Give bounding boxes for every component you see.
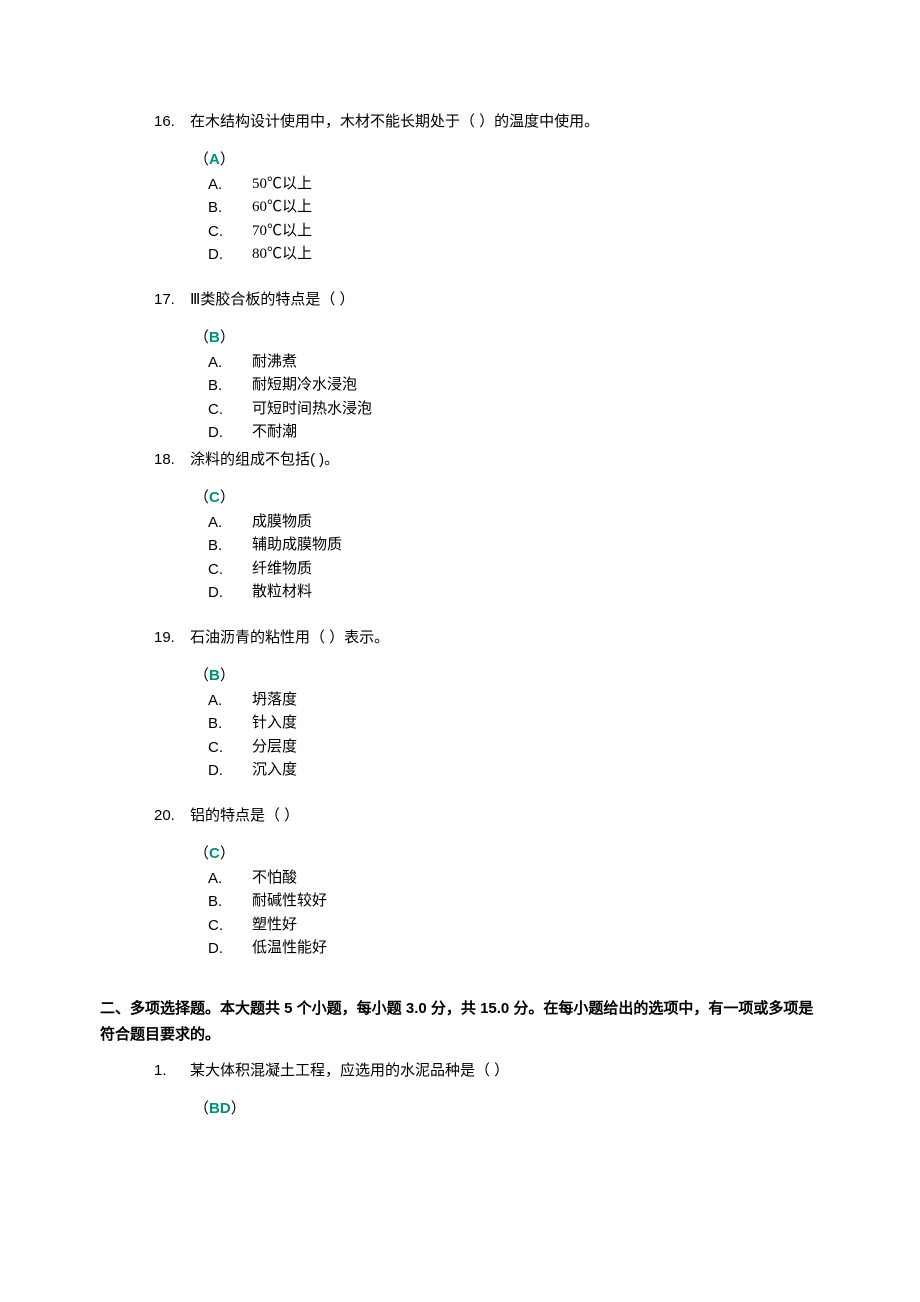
option-c: C.塑性好 — [208, 914, 820, 937]
paren-close: ） — [220, 329, 235, 346]
options-list: A.成膜物质 B.辅助成膜物质 C.纤维物质 D.散粒材料 — [100, 511, 820, 604]
section-mid2: 分，共 — [427, 1000, 480, 1017]
section-mid1: 个小题，每小题 — [293, 1000, 406, 1017]
question-text: 在木结构设计使用中，木材不能长期处于（ ）的温度中使用。 — [190, 110, 820, 134]
option-b: B.针入度 — [208, 712, 820, 735]
answer-line: （C） — [100, 486, 820, 507]
question-number: 17. — [100, 288, 190, 312]
question-number: 19. — [100, 626, 190, 650]
option-d: D.低温性能好 — [208, 937, 820, 960]
option-c: C.纤维物质 — [208, 558, 820, 581]
answer-line: （A） — [100, 148, 820, 169]
paren-close: ） — [231, 1100, 246, 1117]
question-text: 石油沥青的粘性用（ ）表示。 — [190, 626, 820, 650]
paren-open: （ — [194, 1100, 209, 1117]
options-list: A.耐沸煮 B.耐短期冷水浸泡 C.可短时间热水浸泡 D.不耐潮 — [100, 351, 820, 444]
paren-open: （ — [194, 489, 209, 506]
paren-close: ） — [220, 151, 235, 168]
option-a: A.50℃以上 — [208, 173, 820, 196]
answer-value: A — [209, 151, 220, 168]
question-text: 铝的特点是（ ） — [190, 804, 820, 828]
option-b: B.辅助成膜物质 — [208, 534, 820, 557]
question-number: 16. — [100, 110, 190, 134]
question-line: 20. 铝的特点是（ ） — [100, 804, 820, 828]
option-a: A.坍落度 — [208, 689, 820, 712]
option-a: A.成膜物质 — [208, 511, 820, 534]
answer-line: （B） — [100, 664, 820, 685]
question-17: 17. Ⅲ类胶合板的特点是（ ） （B） A.耐沸煮 B.耐短期冷水浸泡 C.可… — [100, 288, 820, 444]
question-16: 16. 在木结构设计使用中，木材不能长期处于（ ）的温度中使用。 （A） A.5… — [100, 110, 820, 266]
option-a: A.不怕酸 — [208, 867, 820, 890]
answer-value: C — [209, 489, 220, 506]
question-20: 20. 铝的特点是（ ） （C） A.不怕酸 B.耐碱性较好 C.塑性好 D.低… — [100, 804, 820, 960]
section-prefix: 二、多项选择题。本大题共 — [100, 1000, 284, 1017]
question-text: Ⅲ类胶合板的特点是（ ） — [190, 288, 820, 312]
options-list: A.50℃以上 B.60℃以上 C.70℃以上 D.80℃以上 — [100, 173, 820, 266]
option-b: B.60℃以上 — [208, 196, 820, 219]
paren-close: ） — [220, 489, 235, 506]
paren-open: （ — [194, 845, 209, 862]
question-line: 16. 在木结构设计使用中，木材不能长期处于（ ）的温度中使用。 — [100, 110, 820, 134]
question-line: 17. Ⅲ类胶合板的特点是（ ） — [100, 288, 820, 312]
answer-value: B — [209, 667, 220, 684]
question-18: 18. 涂料的组成不包括( )。 （C） A.成膜物质 B.辅助成膜物质 C.纤… — [100, 448, 820, 604]
options-list: A.坍落度 B.针入度 C.分层度 D.沉入度 — [100, 689, 820, 782]
answer-line: （C） — [100, 842, 820, 863]
exam-page: 16. 在木结构设计使用中，木材不能长期处于（ ）的温度中使用。 （A） A.5… — [0, 0, 920, 1200]
option-d: D.散粒材料 — [208, 581, 820, 604]
option-c: C.可短时间热水浸泡 — [208, 398, 820, 421]
question-number: 1. — [100, 1059, 190, 1083]
section-count: 5 — [284, 1000, 292, 1017]
paren-open: （ — [194, 667, 209, 684]
question-line: 19. 石油沥青的粘性用（ ）表示。 — [100, 626, 820, 650]
option-c: C.70℃以上 — [208, 220, 820, 243]
question-number: 18. — [100, 448, 190, 472]
question-number: 20. — [100, 804, 190, 828]
answer-line: （BD） — [100, 1097, 820, 1118]
options-list: A.不怕酸 B.耐碱性较好 C.塑性好 D.低温性能好 — [100, 867, 820, 960]
question-text: 某大体积混凝土工程，应选用的水泥品种是（ ） — [190, 1059, 820, 1083]
option-b: B.耐碱性较好 — [208, 890, 820, 913]
paren-close: ） — [220, 845, 235, 862]
question-19: 19. 石油沥青的粘性用（ ）表示。 （B） A.坍落度 B.针入度 C.分层度… — [100, 626, 820, 782]
multi-question-1: 1. 某大体积混凝土工程，应选用的水泥品种是（ ） （BD） — [100, 1059, 820, 1118]
question-line: 1. 某大体积混凝土工程，应选用的水泥品种是（ ） — [100, 1059, 820, 1083]
option-d: D.不耐潮 — [208, 421, 820, 444]
answer-line: （B） — [100, 326, 820, 347]
option-d: D.80℃以上 — [208, 243, 820, 266]
option-c: C.分层度 — [208, 736, 820, 759]
answer-value: BD — [209, 1100, 231, 1117]
section-total: 15.0 — [480, 1000, 509, 1017]
option-d: D.沉入度 — [208, 759, 820, 782]
paren-open: （ — [194, 329, 209, 346]
question-text: 涂料的组成不包括( )。 — [190, 448, 820, 472]
paren-open: （ — [194, 151, 209, 168]
section-points: 3.0 — [406, 1000, 427, 1017]
option-a: A.耐沸煮 — [208, 351, 820, 374]
option-b: B.耐短期冷水浸泡 — [208, 374, 820, 397]
question-line: 18. 涂料的组成不包括( )。 — [100, 448, 820, 472]
answer-value: C — [209, 845, 220, 862]
paren-close: ） — [220, 667, 235, 684]
answer-value: B — [209, 329, 220, 346]
section-header: 二、多项选择题。本大题共 5 个小题，每小题 3.0 分，共 15.0 分。在每… — [100, 996, 820, 1047]
